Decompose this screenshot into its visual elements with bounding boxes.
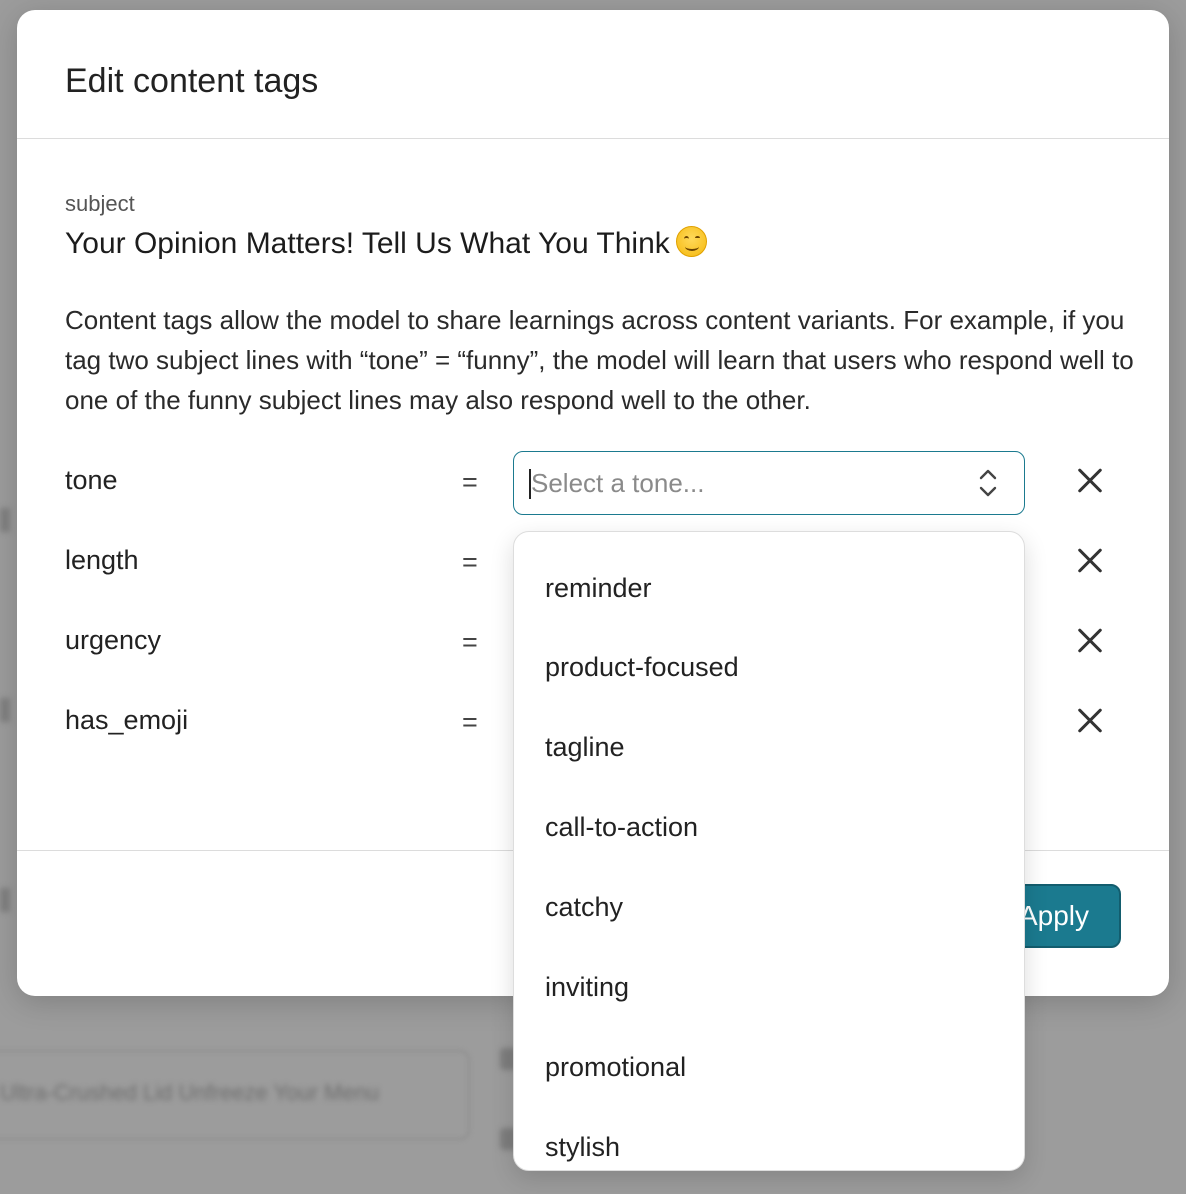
equals-sign: = [462, 467, 478, 497]
tag-key: length [65, 545, 139, 575]
description-text: Content tags allow the model to share le… [65, 305, 1134, 415]
subject-label: subject [65, 191, 135, 216]
background-text: Ultra-Crushed Lid Unfreeze Your Menu [0, 1080, 380, 1105]
dropdown-option[interactable]: tagline [514, 692, 1024, 772]
close-icon[interactable] [1072, 543, 1108, 579]
tag-key: tone [65, 465, 118, 495]
background-edge [0, 508, 10, 532]
dropdown-option[interactable]: call-to-action [514, 772, 1024, 852]
equals-sign: = [462, 627, 478, 657]
dropdown-option[interactable]: catchy [514, 852, 1024, 932]
chevron-updown-icon [979, 469, 997, 497]
dropdown-option[interactable]: stylish [514, 1092, 1024, 1170]
modal-title: Edit content tags [65, 62, 319, 100]
close-icon[interactable] [1072, 703, 1108, 739]
background-edge [0, 698, 10, 722]
dropdown-option[interactable]: product-focused [514, 612, 1024, 692]
dropdown-option[interactable]: inviting [514, 932, 1024, 1012]
subject-line: Your Opinion Matters! Tell Us What You T… [65, 227, 670, 260]
background-edge [0, 888, 10, 912]
dropdown-option[interactable]: promotional [514, 1012, 1024, 1092]
tone-dropdown-menu: reminder product-focused tagline call-to… [513, 531, 1025, 1171]
equals-sign: = [462, 547, 478, 577]
dropdown-option[interactable]: reminder [514, 532, 1024, 612]
tone-select-placeholder: Select a tone... [531, 468, 705, 498]
tone-select-input[interactable]: Select a tone... [513, 451, 1025, 515]
modal-header: Edit content tags [17, 10, 1169, 139]
close-icon[interactable] [1072, 463, 1108, 499]
subject-text: Your Opinion Matters! Tell Us What You T… [65, 226, 707, 261]
smiling-face-emoji-icon [675, 226, 707, 257]
tag-key: has_emoji [65, 705, 189, 735]
close-icon[interactable] [1072, 623, 1108, 659]
equals-sign: = [462, 707, 478, 737]
tag-key: urgency [65, 625, 162, 655]
